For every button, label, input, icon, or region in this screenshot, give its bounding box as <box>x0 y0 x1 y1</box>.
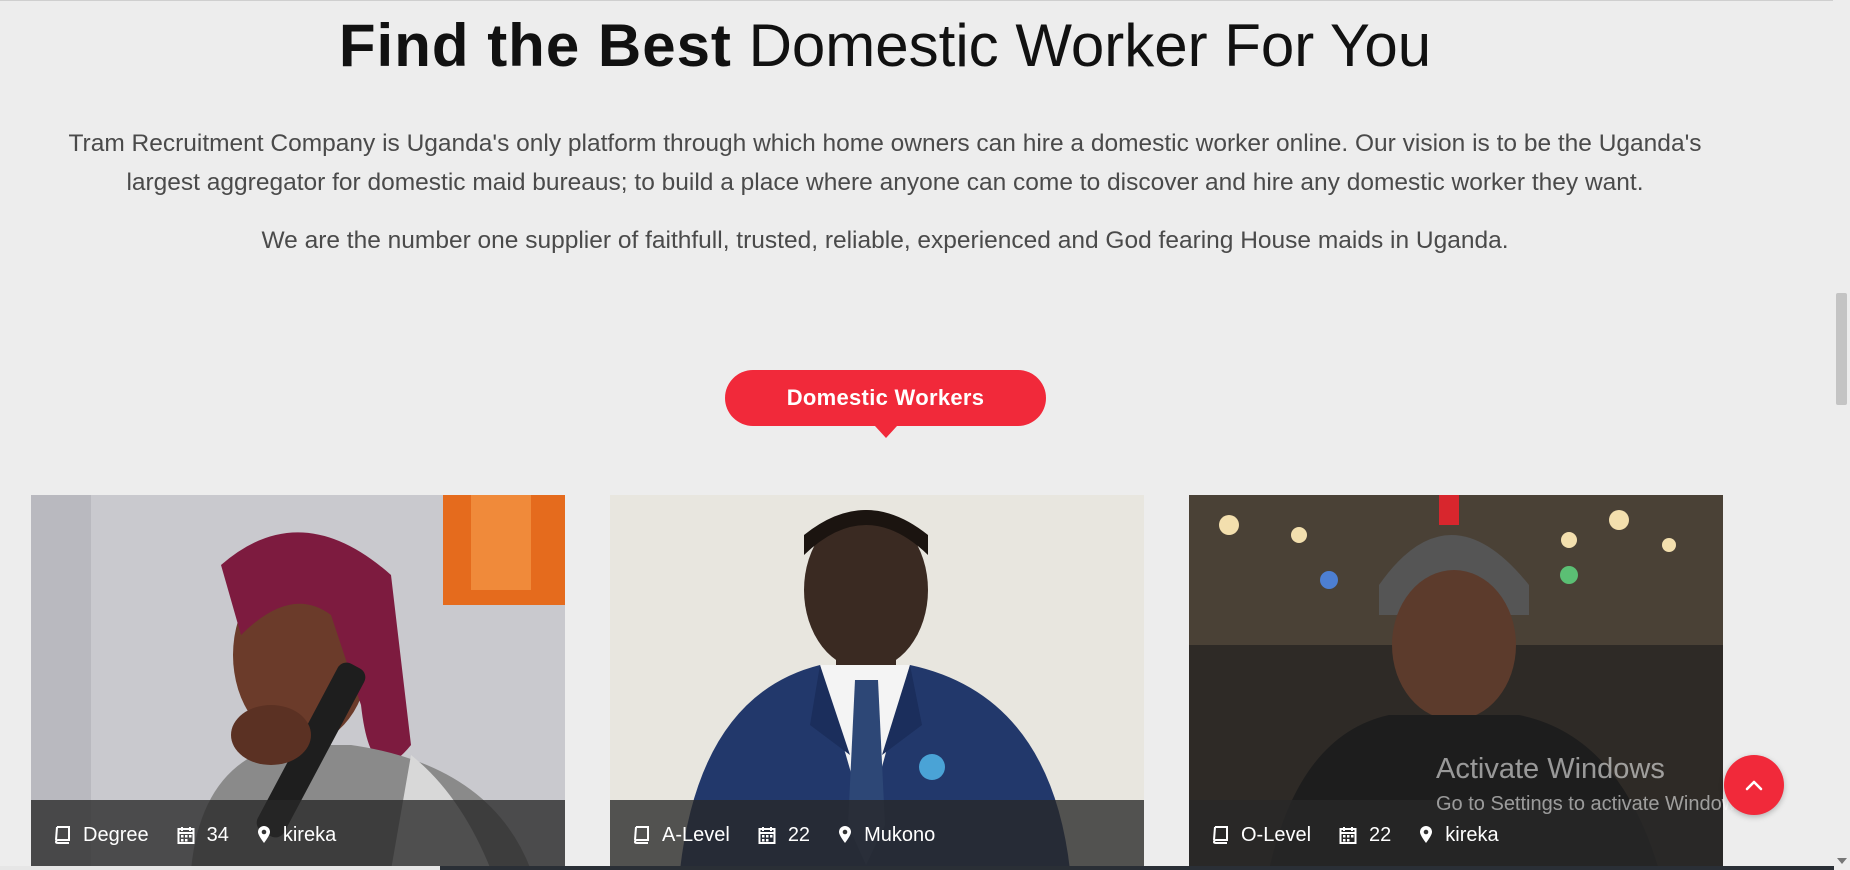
horizontal-scroll-thumb[interactable] <box>0 866 440 870</box>
age-label: 22 <box>787 823 811 846</box>
worker-card[interactable]: A-Level 22 Mukono <box>610 495 1144 870</box>
location-item: kireka <box>257 824 336 847</box>
title-bold: Find the Best <box>338 12 732 79</box>
education-item: A-Level <box>632 824 730 847</box>
page-scrollbar[interactable] <box>1833 0 1850 870</box>
intro-paragraph: Tram Recruitment Company is Uganda's onl… <box>20 124 1750 202</box>
education-item: Degree <box>53 824 149 847</box>
book-icon <box>54 826 70 844</box>
age-item: 22 <box>758 824 810 847</box>
scroll-to-top-button[interactable] <box>1724 755 1784 815</box>
scroll-down-arrow-icon[interactable] <box>1837 858 1847 864</box>
worker-meta: O-Level 22 kireka <box>1189 800 1723 870</box>
education-label: Degree <box>83 823 149 846</box>
intro-line-1: Tram Recruitment Company is Uganda's onl… <box>68 130 1702 157</box>
page-title: Find the Best Domestic Worker For You <box>0 8 1770 84</box>
calendar-icon <box>1339 827 1357 844</box>
calendar-icon <box>177 827 195 844</box>
location-label: Mukono <box>864 823 936 846</box>
map-pin-icon <box>1420 826 1433 843</box>
age-label: 34 <box>206 823 229 846</box>
location-label: kireka <box>282 823 337 846</box>
book-icon <box>1212 826 1228 844</box>
scrollbar-thumb[interactable] <box>1836 293 1847 405</box>
location-item: kireka <box>1419 823 1499 847</box>
horizontal-scroll-bar <box>0 866 1834 870</box>
worker-meta: Degree 34 kireka <box>31 800 565 870</box>
worker-card[interactable]: Degree 34 kireka <box>31 495 565 870</box>
chevron-up-icon <box>1745 780 1763 791</box>
tagline: We are the number one supplier of faithf… <box>261 227 1509 254</box>
location-label: kireka <box>1445 823 1499 846</box>
title-rest: Domestic Worker For You <box>748 12 1432 79</box>
intro-line-2: largest aggregator for domestic maid bur… <box>126 169 1644 196</box>
top-divider <box>0 0 1834 1</box>
age-label: 22 <box>1369 823 1392 846</box>
worker-card[interactable]: O-Level 22 kireka <box>1189 495 1723 870</box>
age-item: 22 <box>1339 824 1391 847</box>
book-icon <box>633 826 649 844</box>
education-item: O-Level <box>1211 824 1311 847</box>
map-pin-icon <box>839 826 852 843</box>
worker-meta: A-Level 22 Mukono <box>610 800 1144 870</box>
map-pin-icon <box>257 826 270 843</box>
education-label: A-Level <box>662 823 730 846</box>
calendar-icon <box>758 827 776 844</box>
location-item: Mukono <box>838 824 935 847</box>
education-label: O-Level <box>1241 823 1312 846</box>
age-item: 34 <box>177 824 229 847</box>
section-badge: Domestic Workers <box>725 370 1046 438</box>
